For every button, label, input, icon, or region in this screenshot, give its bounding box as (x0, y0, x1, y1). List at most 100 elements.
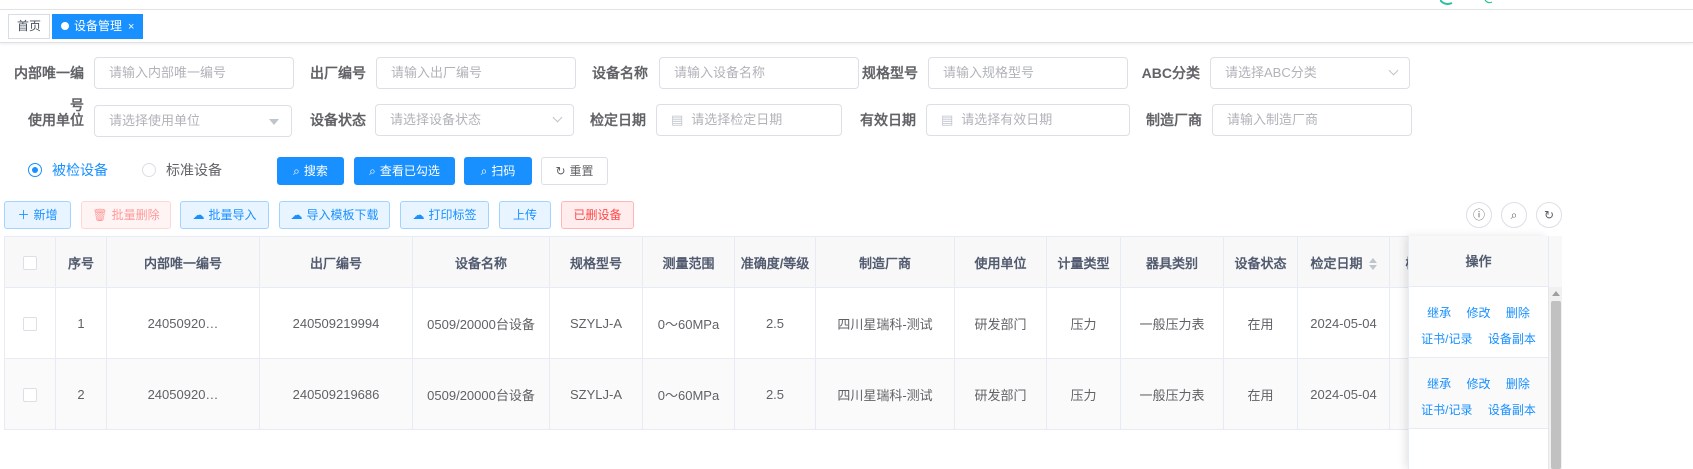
use-unit-select[interactable]: 请选择使用单位 (94, 105, 292, 137)
reset-button[interactable]: ↻ 重置 (541, 157, 608, 185)
close-icon[interactable]: × (128, 21, 134, 33)
view-selected-button[interactable]: ⌕ 查看已勾选 (354, 157, 455, 185)
radio-standard-label: 标准设备 (166, 162, 222, 178)
refresh-icon[interactable]: ↻ (1536, 202, 1562, 228)
edit-link[interactable]: 修改 (1466, 377, 1490, 391)
device-status-select[interactable]: 请选择设备状态 (375, 104, 574, 136)
caret-down-icon (269, 106, 279, 136)
batch-delete-label: 批量删除 (111, 208, 160, 222)
cell-measure-type: 压力 (1046, 287, 1121, 359)
vertical-scrollbar[interactable] (1548, 287, 1562, 469)
col-check-date[interactable]: 检定日期 (1297, 236, 1390, 288)
radio-standard-device[interactable]: 标准设备 (142, 160, 222, 180)
view-selected-label: 查看已勾选 (379, 164, 440, 178)
scan-button[interactable]: ⌕ 扫码 (464, 157, 532, 185)
internal-id-input[interactable]: 请输入内部唯一编号 (94, 57, 294, 89)
refresh-icon: ↻ (555, 164, 566, 178)
row-checkbox[interactable] (23, 316, 37, 331)
col-model: 规格型号 (549, 236, 643, 288)
cell-model: SZYLJ-A (549, 287, 643, 359)
model-input[interactable]: 请输入规格型号 (928, 57, 1128, 89)
tab-home[interactable]: 首页 (8, 14, 51, 39)
cloud-icon: ☁ (412, 208, 425, 222)
cloud-download-icon: ☁ (290, 208, 303, 222)
valid-date-placeholder: 请选择有效日期 (961, 112, 1053, 127)
table-row[interactable]: 1 24050920… 240509219994 0509/20000台设备 S… (4, 287, 1508, 359)
sort-icon[interactable] (1368, 258, 1377, 271)
select-all-checkbox[interactable] (23, 255, 37, 270)
copy-device-link[interactable]: 设备副本 (1488, 332, 1536, 346)
label-valid-date: 有效日期 (860, 112, 916, 128)
col-index: 序号 (55, 236, 107, 288)
edit-link[interactable]: 修改 (1466, 306, 1490, 320)
row-checkbox-cell[interactable] (4, 287, 56, 359)
row-checkbox-cell[interactable] (4, 358, 56, 430)
batch-import-label: 批量导入 (208, 208, 257, 222)
tab-home-label: 首页 (17, 19, 42, 33)
template-download-button[interactable]: ☁ 导入模板下载 (279, 201, 390, 229)
reset-button-label: 重置 (569, 164, 594, 178)
copy-device-link[interactable]: 设备副本 (1488, 403, 1536, 417)
tab-device-management[interactable]: 设备管理 × (52, 14, 144, 39)
check-date-picker[interactable]: ▤ 请选择检定日期 (656, 104, 842, 136)
corner-decoration-icon (1440, 0, 1493, 5)
print-label-button[interactable]: ☁ 打印标签 (400, 201, 489, 229)
cell-manufacturer: 四川星瑞科-测试 (815, 287, 955, 359)
use-unit-placeholder: 请选择使用单位 (109, 113, 201, 128)
ops-column: 操作 继承 修改 删除 证书/记录 设备副本 继承 修改 删除 证书/记录 设备… (1408, 236, 1548, 469)
inherit-link[interactable]: 继承 (1427, 377, 1451, 391)
upload-button[interactable]: 上传 (499, 201, 551, 229)
batch-delete-button[interactable]: 🗑 批量删除 (81, 201, 171, 229)
col-factory-no: 出厂编号 (259, 236, 413, 288)
row-checkbox[interactable] (23, 387, 37, 402)
certificate-link[interactable]: 证书/记录 (1421, 403, 1472, 417)
cell-internal-id: 24050920… (106, 287, 260, 359)
add-button-label: 新增 (33, 208, 58, 222)
device-table: 序号 内部唯一编号 出厂编号 设备名称 规格型号 测量范围 准确度/等级 制造厂… (4, 236, 1508, 430)
deleted-devices-button[interactable]: 已删设备 (561, 201, 634, 229)
inherit-link[interactable]: 继承 (1427, 306, 1451, 320)
cell-status: 在用 (1223, 358, 1298, 430)
col-manufacturer: 制造厂商 (815, 236, 955, 288)
label-internal-id: 内部唯一编号 (14, 65, 84, 113)
manufacturer-input[interactable]: 请输入制造厂商 (1212, 104, 1412, 136)
cloud-upload-icon: ☁ (192, 208, 205, 222)
factory-no-input[interactable]: 请输入出厂编号 (376, 57, 576, 89)
certificate-link[interactable]: 证书/记录 (1421, 332, 1472, 346)
info-icon[interactable]: ⓘ (1466, 202, 1492, 228)
search-icon[interactable]: ⌕ (1501, 202, 1527, 228)
valid-date-picker[interactable]: ▤ 请选择有效日期 (926, 104, 1130, 136)
col-check-date-label: 检定日期 (1310, 255, 1363, 271)
upload-label: 上传 (512, 208, 537, 222)
col-ops: 操作 (1409, 236, 1548, 287)
delete-link[interactable]: 删除 (1506, 306, 1530, 320)
calendar-icon: ▤ (671, 112, 684, 127)
col-range: 测量范围 (642, 236, 735, 288)
label-use-unit: 使用单位 (28, 112, 84, 128)
col-internal-id: 内部唯一编号 (106, 236, 260, 288)
col-category: 器具类别 (1120, 236, 1224, 288)
abc-class-select[interactable]: 请选择ABC分类 (1210, 57, 1410, 89)
add-button[interactable]: ＋新增 (4, 201, 71, 229)
cell-accuracy: 2.5 (734, 358, 816, 430)
select-all-checkbox-cell[interactable] (4, 236, 56, 288)
cell-internal-id: 24050920… (106, 358, 260, 430)
cell-category: 一般压力表 (1120, 358, 1224, 430)
radio-inspected-device[interactable]: 被检设备 (28, 160, 108, 180)
table-row[interactable]: 2 24050920… 240509219686 0509/20000台设备 S… (4, 358, 1508, 430)
search-button[interactable]: ⌕ 搜索 (277, 157, 344, 185)
col-name: 设备名称 (412, 236, 550, 288)
print-label-label: 打印标签 (428, 208, 477, 222)
scroll-up-icon[interactable] (1552, 291, 1560, 296)
active-dot-icon (61, 22, 69, 30)
cell-index: 1 (55, 287, 107, 359)
col-status: 设备状态 (1223, 236, 1298, 288)
search-button-label: 搜索 (303, 164, 328, 178)
batch-import-button[interactable]: ☁ 批量导入 (180, 201, 269, 229)
scrollbar-thumb[interactable] (1551, 301, 1561, 469)
device-name-input[interactable]: 请输入设备名称 (659, 57, 859, 89)
delete-link[interactable]: 删除 (1506, 377, 1530, 391)
calendar-icon: ▤ (941, 112, 954, 127)
search-icon: ⌕ (369, 164, 376, 178)
chevron-down-icon (1388, 58, 1399, 88)
